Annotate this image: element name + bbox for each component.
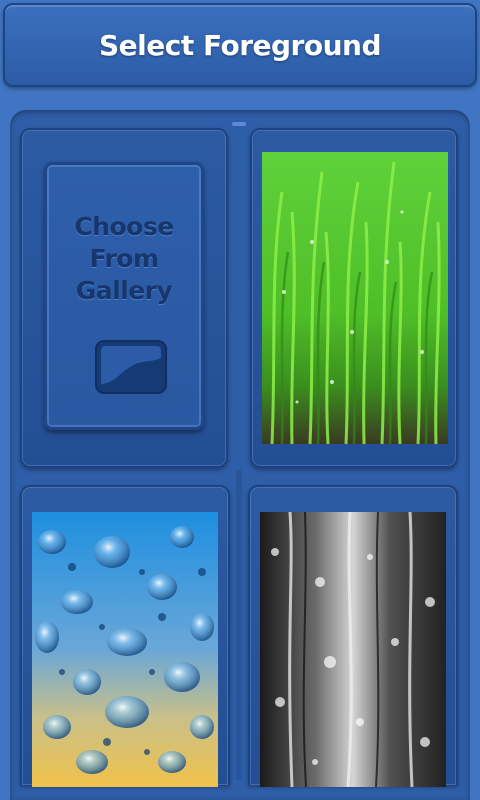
tile-divider	[236, 470, 242, 780]
panel-notch	[232, 122, 246, 126]
choose-from-gallery-button[interactable]: Choose From Gallery	[44, 162, 204, 430]
foreground-option-grass[interactable]	[250, 128, 458, 468]
foreground-option-rain-glass[interactable]	[248, 485, 458, 787]
water-drops-thumbnail	[32, 512, 218, 787]
page-title: Select Foreground	[99, 28, 382, 62]
title-bar: Select Foreground	[3, 3, 477, 87]
rain-glass-thumbnail	[260, 512, 446, 787]
foreground-option-water-drops[interactable]	[20, 485, 230, 787]
choose-from-gallery-tile[interactable]: Choose From Gallery	[20, 128, 228, 468]
choose-from-gallery-label: Choose From Gallery	[74, 212, 174, 305]
image-icon	[95, 340, 167, 398]
grass-thumbnail	[262, 152, 448, 444]
